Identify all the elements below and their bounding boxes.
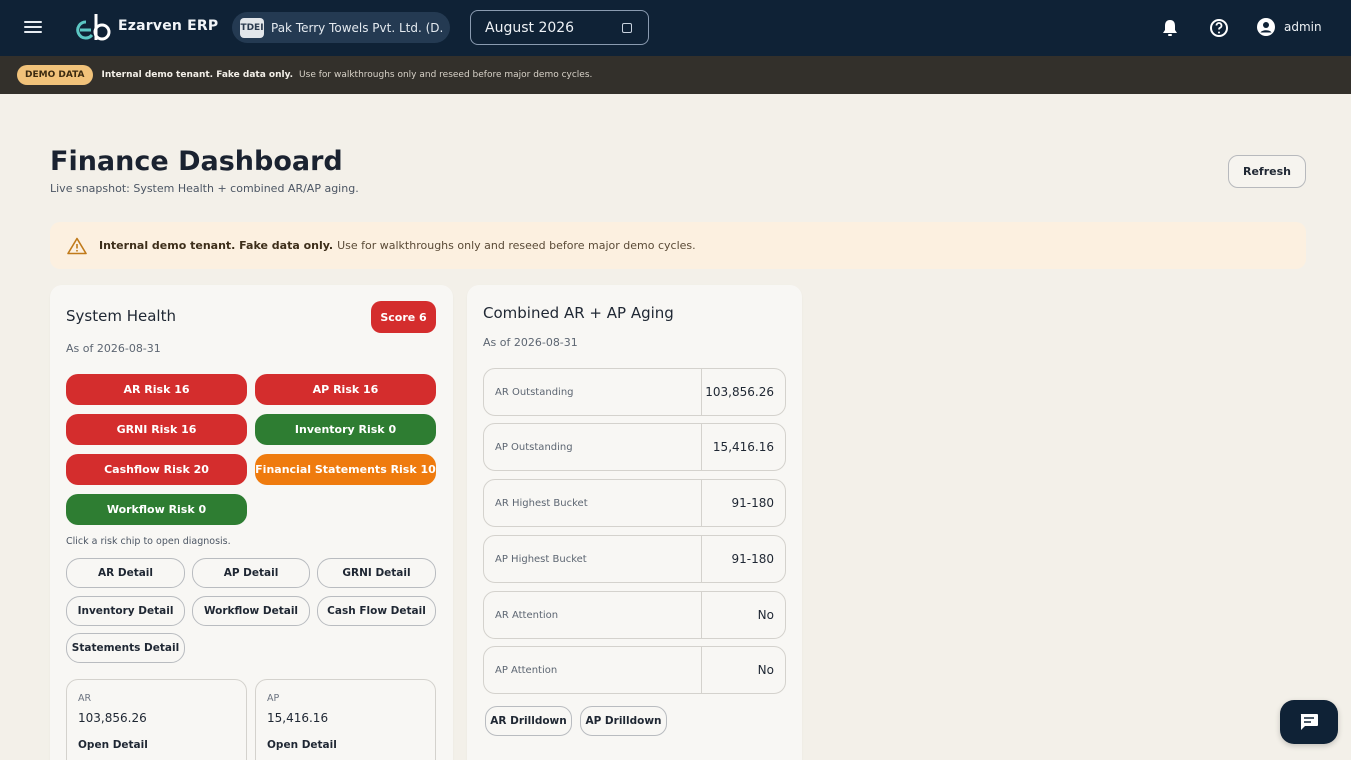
workflow-detail-button[interactable]: Workflow Detail <box>192 596 310 626</box>
app-name: Ezarven ERP <box>118 18 219 34</box>
aging-row-key: AP Highest Bucket <box>484 536 702 582</box>
aging-row-key: AR Attention <box>484 592 702 638</box>
ap-summary-value: 15,416.16 <box>267 711 329 725</box>
ar-summary-value: 103,856.26 <box>78 711 147 725</box>
statements-detail-button[interactable]: Statements Detail <box>66 633 185 663</box>
alert-text: Use for walkthroughs only and reseed bef… <box>337 239 696 252</box>
system-health-date: As of 2026-08-31 <box>66 342 161 355</box>
system-health-title: System Health <box>66 307 176 325</box>
ap-detail-button[interactable]: AP Detail <box>192 558 310 588</box>
period-value: August 2026 <box>485 19 575 36</box>
system-health-card: System Health Score 6 As of 2026-08-31 A… <box>50 285 453 760</box>
alert-bold: Internal demo tenant. Fake data only. <box>99 239 334 252</box>
workflow-risk-chip[interactable]: Workflow Risk 0 <box>66 494 247 525</box>
financial-statements-risk-chip[interactable]: Financial Statements Risk 10 <box>255 454 436 485</box>
logo[interactable] <box>76 12 112 44</box>
demo-banner: DEMO DATA Internal demo tenant. Fake dat… <box>0 56 1351 94</box>
grni-risk-chip[interactable]: GRNI Risk 16 <box>66 414 247 445</box>
aging-row-ar-outstanding: AR Outstanding 103,856.26 <box>483 368 786 416</box>
demo-banner-bold: Internal demo tenant. Fake data only. <box>101 70 294 80</box>
ar-drilldown-button[interactable]: AR Drilldown <box>485 706 572 736</box>
aging-row-key: AP Attention <box>484 647 702 693</box>
ar-open-detail-link[interactable]: Open Detail <box>78 739 148 751</box>
aging-date: As of 2026-08-31 <box>483 336 578 349</box>
cashflow-risk-chip[interactable]: Cashflow Risk 20 <box>66 454 247 485</box>
bell-icon[interactable] <box>1159 17 1181 39</box>
aging-row-ap-attention: AP Attention No <box>483 646 786 694</box>
demo-pill: DEMO DATA <box>17 65 93 85</box>
ar-summary-card: AR 103,856.26 Open Detail <box>66 679 247 760</box>
ar-summary-label: AR <box>78 693 92 704</box>
aging-row-key: AR Outstanding <box>484 369 702 415</box>
ap-summary-card: AP 15,416.16 Open Detail <box>255 679 436 760</box>
calendar-icon[interactable] <box>622 23 632 33</box>
ap-drilldown-button[interactable]: AP Drilldown <box>580 706 667 736</box>
period-picker[interactable]: August 2026 <box>470 10 649 45</box>
aging-row-value: No <box>757 663 774 677</box>
aging-row-value: 91-180 <box>731 552 774 566</box>
menu-icon[interactable] <box>22 18 44 38</box>
ar-detail-button[interactable]: AR Detail <box>66 558 185 588</box>
page-title: Finance Dashboard <box>50 146 343 177</box>
top-bar: Ezarven ERP TDEI Pak Terry Towels Pvt. L… <box>0 0 1351 56</box>
warning-icon <box>67 237 87 254</box>
aging-row-value: 15,416.16 <box>712 440 774 454</box>
chat-icon <box>1300 714 1318 730</box>
aging-row-ap-outstanding: AP Outstanding 15,416.16 <box>483 423 786 471</box>
inventory-risk-chip[interactable]: Inventory Risk 0 <box>255 414 436 445</box>
ar-risk-chip[interactable]: AR Risk 16 <box>66 374 247 405</box>
tenant-name: Pak Terry Towels Pvt. Ltd. (D... <box>271 20 443 35</box>
risk-chip-hint: Click a risk chip to open diagnosis. <box>66 536 231 547</box>
ap-open-detail-link[interactable]: Open Detail <box>267 739 337 751</box>
aging-row-ar-highest-bucket: AR Highest Bucket 91-180 <box>483 479 786 527</box>
score-badge[interactable]: Score 6 <box>371 301 436 333</box>
grni-detail-button[interactable]: GRNI Detail <box>317 558 436 588</box>
ap-risk-chip[interactable]: AP Risk 16 <box>255 374 436 405</box>
account-icon <box>1257 18 1275 36</box>
chat-button[interactable] <box>1280 700 1338 744</box>
aging-row-key: AP Outstanding <box>484 424 702 470</box>
aging-title: Combined AR + AP Aging <box>483 304 674 322</box>
aging-row-value: 103,856.26 <box>705 385 774 399</box>
page-subtitle: Live snapshot: System Health + combined … <box>50 182 359 195</box>
aging-row-ar-attention: AR Attention No <box>483 591 786 639</box>
aging-row-ap-highest-bucket: AP Highest Bucket 91-180 <box>483 535 786 583</box>
help-icon[interactable] <box>1208 17 1230 39</box>
inventory-detail-button[interactable]: Inventory Detail <box>66 596 185 626</box>
demo-banner-text: Use for walkthroughs only and reseed bef… <box>299 70 593 80</box>
user-menu[interactable]: admin <box>1256 17 1322 37</box>
aging-row-key: AR Highest Bucket <box>484 480 702 526</box>
tenant-selector[interactable]: TDEI Pak Terry Towels Pvt. Ltd. (D... <box>232 12 450 43</box>
demo-alert: Internal demo tenant. Fake data only. Us… <box>50 222 1306 269</box>
cash-flow-detail-button[interactable]: Cash Flow Detail <box>317 596 436 626</box>
ap-summary-label: AP <box>267 693 280 704</box>
aging-row-value: No <box>757 608 774 622</box>
aging-row-value: 91-180 <box>731 496 774 510</box>
user-name: admin <box>1284 20 1322 34</box>
refresh-button[interactable]: Refresh <box>1228 155 1306 188</box>
tenant-badge: TDEI <box>240 17 264 38</box>
aging-card: Combined AR + AP Aging As of 2026-08-31 … <box>467 285 802 760</box>
